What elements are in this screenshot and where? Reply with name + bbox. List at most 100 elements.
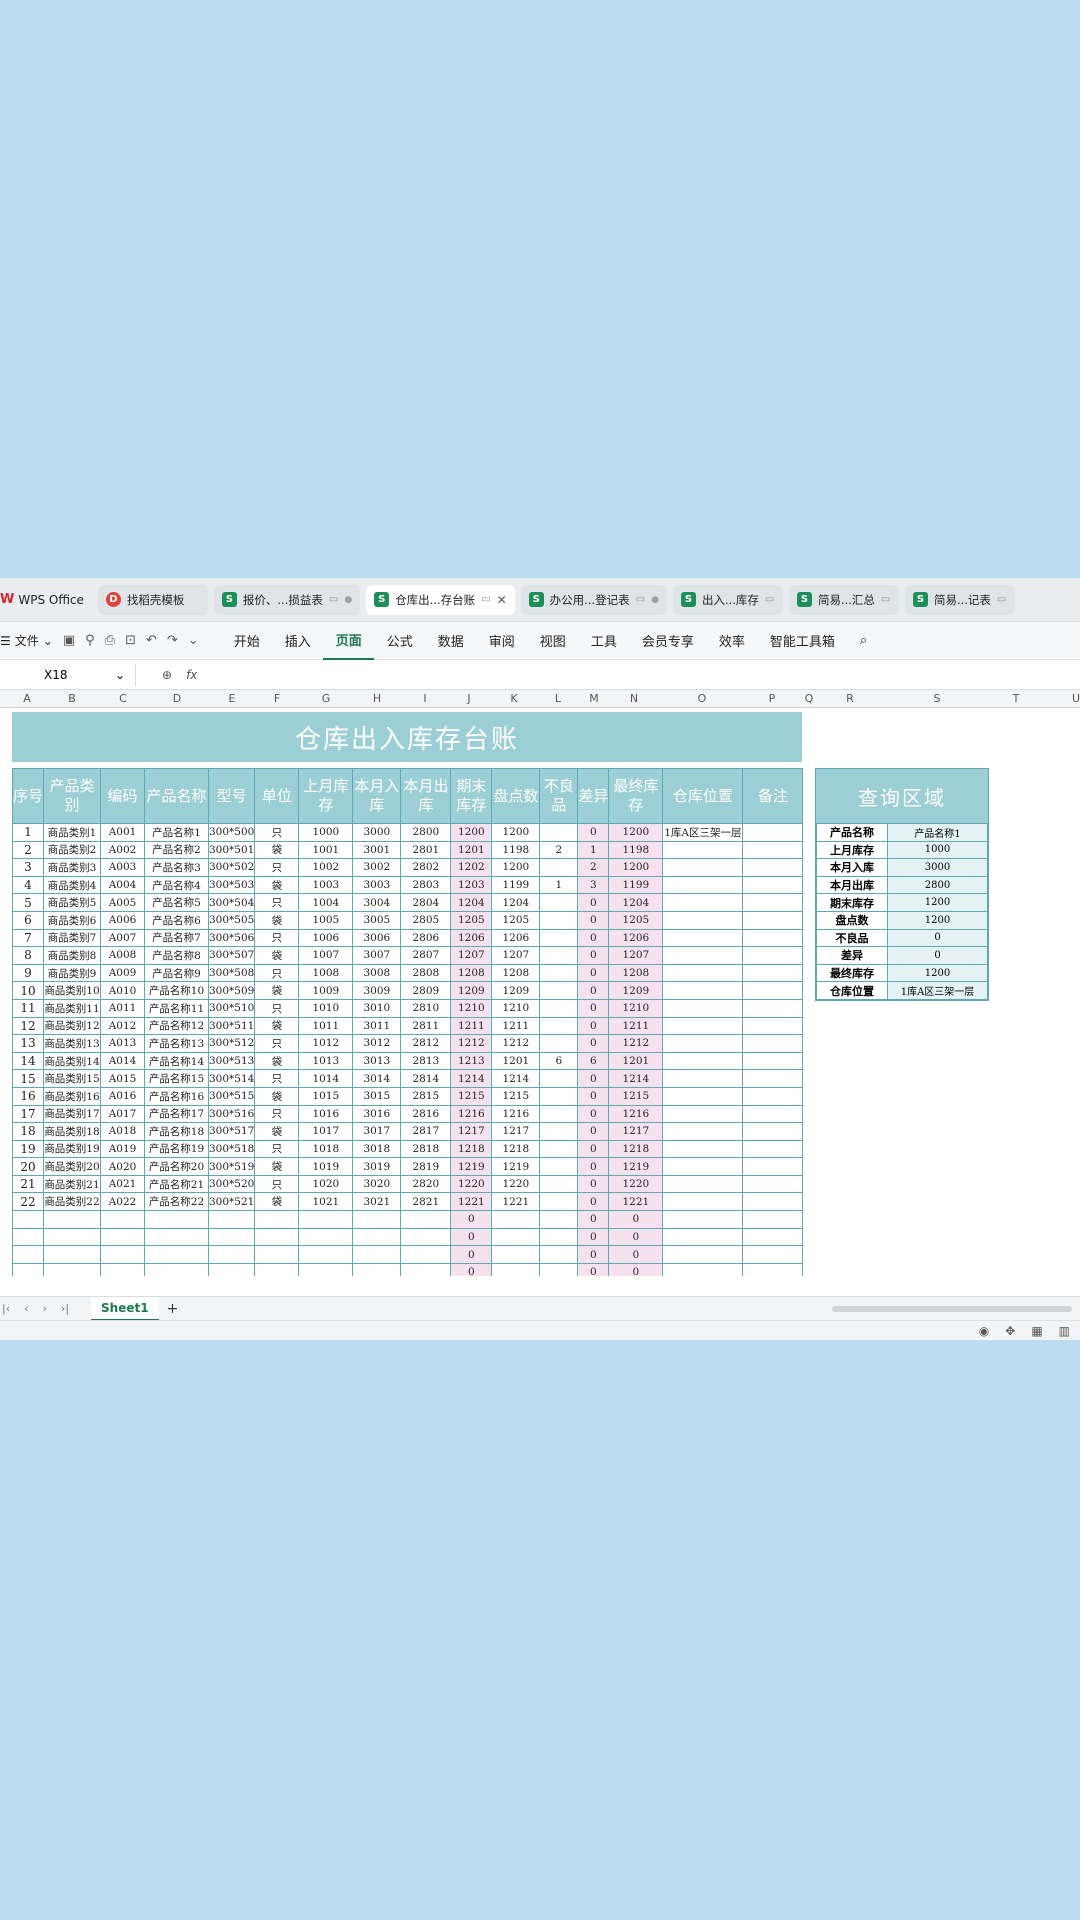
table-cell[interactable]: 1221 <box>450 1192 493 1212</box>
table-cell[interactable]: 300*516 <box>207 1104 256 1124</box>
table-cell[interactable] <box>742 1086 804 1106</box>
table-cell[interactable]: 0 <box>577 1210 610 1229</box>
column-header-i[interactable]: I <box>423 692 426 705</box>
table-cell[interactable]: 产品名称21 <box>144 1174 209 1194</box>
table-cell[interactable]: 300*519 <box>207 1157 256 1176</box>
eye-protection-icon[interactable]: ◉ <box>979 1324 989 1338</box>
table-cell[interactable]: 1209 <box>450 981 493 1000</box>
table-cell[interactable]: 1201 <box>608 1051 664 1071</box>
table-cell[interactable]: 18 <box>12 1122 44 1141</box>
table-cell[interactable] <box>539 946 579 965</box>
horizontal-scrollbar[interactable] <box>832 1306 1072 1312</box>
table-cell[interactable] <box>207 1262 256 1276</box>
table-cell[interactable]: 商品类别7 <box>43 928 101 948</box>
table-cell[interactable]: 1210 <box>491 998 541 1018</box>
table-cell[interactable] <box>100 1227 145 1247</box>
table-cell[interactable]: 1010 <box>298 998 354 1018</box>
table-cell[interactable] <box>742 1122 804 1141</box>
table-cell[interactable]: 300*504 <box>207 893 256 912</box>
table-cell[interactable]: 2821 <box>400 1192 452 1212</box>
table-cell[interactable] <box>539 1139 579 1159</box>
table-cell[interactable] <box>662 910 744 930</box>
table-cell[interactable]: 1199 <box>608 875 664 895</box>
prev-sheet-icon[interactable]: ‹ <box>24 1302 28 1315</box>
table-cell[interactable]: 9 <box>12 963 44 983</box>
next-sheet-icon[interactable]: › <box>43 1302 47 1315</box>
column-header-e[interactable]: E <box>229 692 236 705</box>
table-cell[interactable]: 1208 <box>491 963 541 983</box>
table-cell[interactable]: 1200 <box>491 823 541 842</box>
formula-input[interactable] <box>197 664 1080 686</box>
table-cell[interactable]: 2802 <box>400 858 452 877</box>
print-preview-icon[interactable]: ⊡ <box>125 633 136 648</box>
menu-page[interactable]: 页面 <box>322 622 374 660</box>
column-header-m[interactable]: M <box>589 692 599 705</box>
table-cell[interactable]: 2806 <box>400 928 452 948</box>
table-cell[interactable]: 3020 <box>352 1174 402 1194</box>
table-cell[interactable]: A002 <box>100 840 145 860</box>
ledger-header-cell[interactable]: 备注 <box>742 768 804 824</box>
table-cell[interactable] <box>742 1245 804 1264</box>
table-cell[interactable] <box>742 840 804 860</box>
column-header-k[interactable]: K <box>510 692 517 705</box>
table-cell[interactable]: 300*513 <box>207 1051 256 1071</box>
table-cell[interactable]: A017 <box>100 1104 145 1124</box>
table-cell[interactable]: 4 <box>12 875 44 895</box>
table-cell[interactable]: 1198 <box>491 840 541 860</box>
zoom-icon[interactable]: ⊕ <box>162 668 172 682</box>
table-cell[interactable] <box>254 1210 300 1229</box>
table-cell[interactable] <box>539 1227 579 1247</box>
table-cell[interactable] <box>742 981 804 1000</box>
table-cell[interactable]: 3019 <box>352 1157 402 1176</box>
table-cell[interactable]: 10 <box>12 981 44 1000</box>
table-cell[interactable]: 0 <box>577 946 610 965</box>
table-cell[interactable]: 1200 <box>608 858 664 877</box>
table-cell[interactable] <box>539 1086 579 1106</box>
menu-tools[interactable]: 工具 <box>578 622 629 660</box>
table-cell[interactable]: 1210 <box>450 998 493 1018</box>
table-cell[interactable]: 产品名称19 <box>144 1139 209 1159</box>
table-cell[interactable]: 2807 <box>400 946 452 965</box>
table-cell[interactable]: A021 <box>100 1174 145 1194</box>
table-cell[interactable]: 1216 <box>491 1104 541 1124</box>
page-view-icon[interactable]: ▥ <box>1059 1324 1070 1338</box>
table-cell[interactable]: 1215 <box>608 1086 664 1106</box>
menu-review[interactable]: 审阅 <box>476 622 527 660</box>
table-cell[interactable]: 1210 <box>608 998 664 1018</box>
table-cell[interactable]: 商品类别11 <box>43 998 101 1018</box>
table-cell[interactable]: A015 <box>100 1069 145 1088</box>
table-cell[interactable]: 3010 <box>352 998 402 1018</box>
table-cell[interactable] <box>539 1016 579 1036</box>
ledger-header-cell[interactable]: 上月库存 <box>298 768 354 824</box>
table-cell[interactable] <box>662 1034 744 1053</box>
column-header-t[interactable]: T <box>1013 692 1020 705</box>
table-cell[interactable] <box>662 1069 744 1088</box>
table-cell[interactable] <box>662 1174 744 1194</box>
table-cell[interactable] <box>144 1227 209 1247</box>
table-cell[interactable]: A008 <box>100 946 145 965</box>
table-cell[interactable] <box>539 1157 579 1176</box>
table-cell[interactable] <box>662 928 744 948</box>
table-cell[interactable] <box>742 1139 804 1159</box>
table-cell[interactable]: 1000 <box>298 823 354 842</box>
table-cell[interactable]: 3 <box>577 875 610 895</box>
table-cell[interactable]: 产品名称3 <box>144 858 209 877</box>
ledger-header-cell[interactable]: 编码 <box>100 768 145 824</box>
table-cell[interactable] <box>539 963 579 983</box>
query-value[interactable]: 产品名称1 <box>887 823 988 842</box>
table-cell[interactable]: 1212 <box>608 1034 664 1053</box>
table-cell[interactable]: A018 <box>100 1122 145 1141</box>
table-cell[interactable] <box>742 1104 804 1124</box>
table-cell[interactable] <box>491 1210 541 1229</box>
table-cell[interactable] <box>662 1016 744 1036</box>
table-cell[interactable]: 1217 <box>491 1122 541 1141</box>
table-cell[interactable]: 0 <box>608 1245 664 1264</box>
ledger-header-cell[interactable]: 序号 <box>12 768 44 824</box>
table-cell[interactable]: 产品名称16 <box>144 1086 209 1106</box>
table-cell[interactable]: 300*509 <box>207 981 256 1000</box>
table-cell[interactable]: 只 <box>254 1069 300 1088</box>
table-cell[interactable]: 1204 <box>450 893 493 912</box>
query-value[interactable]: 1200 <box>887 910 988 930</box>
table-cell[interactable]: 只 <box>254 998 300 1018</box>
table-cell[interactable]: 0 <box>577 1157 610 1176</box>
